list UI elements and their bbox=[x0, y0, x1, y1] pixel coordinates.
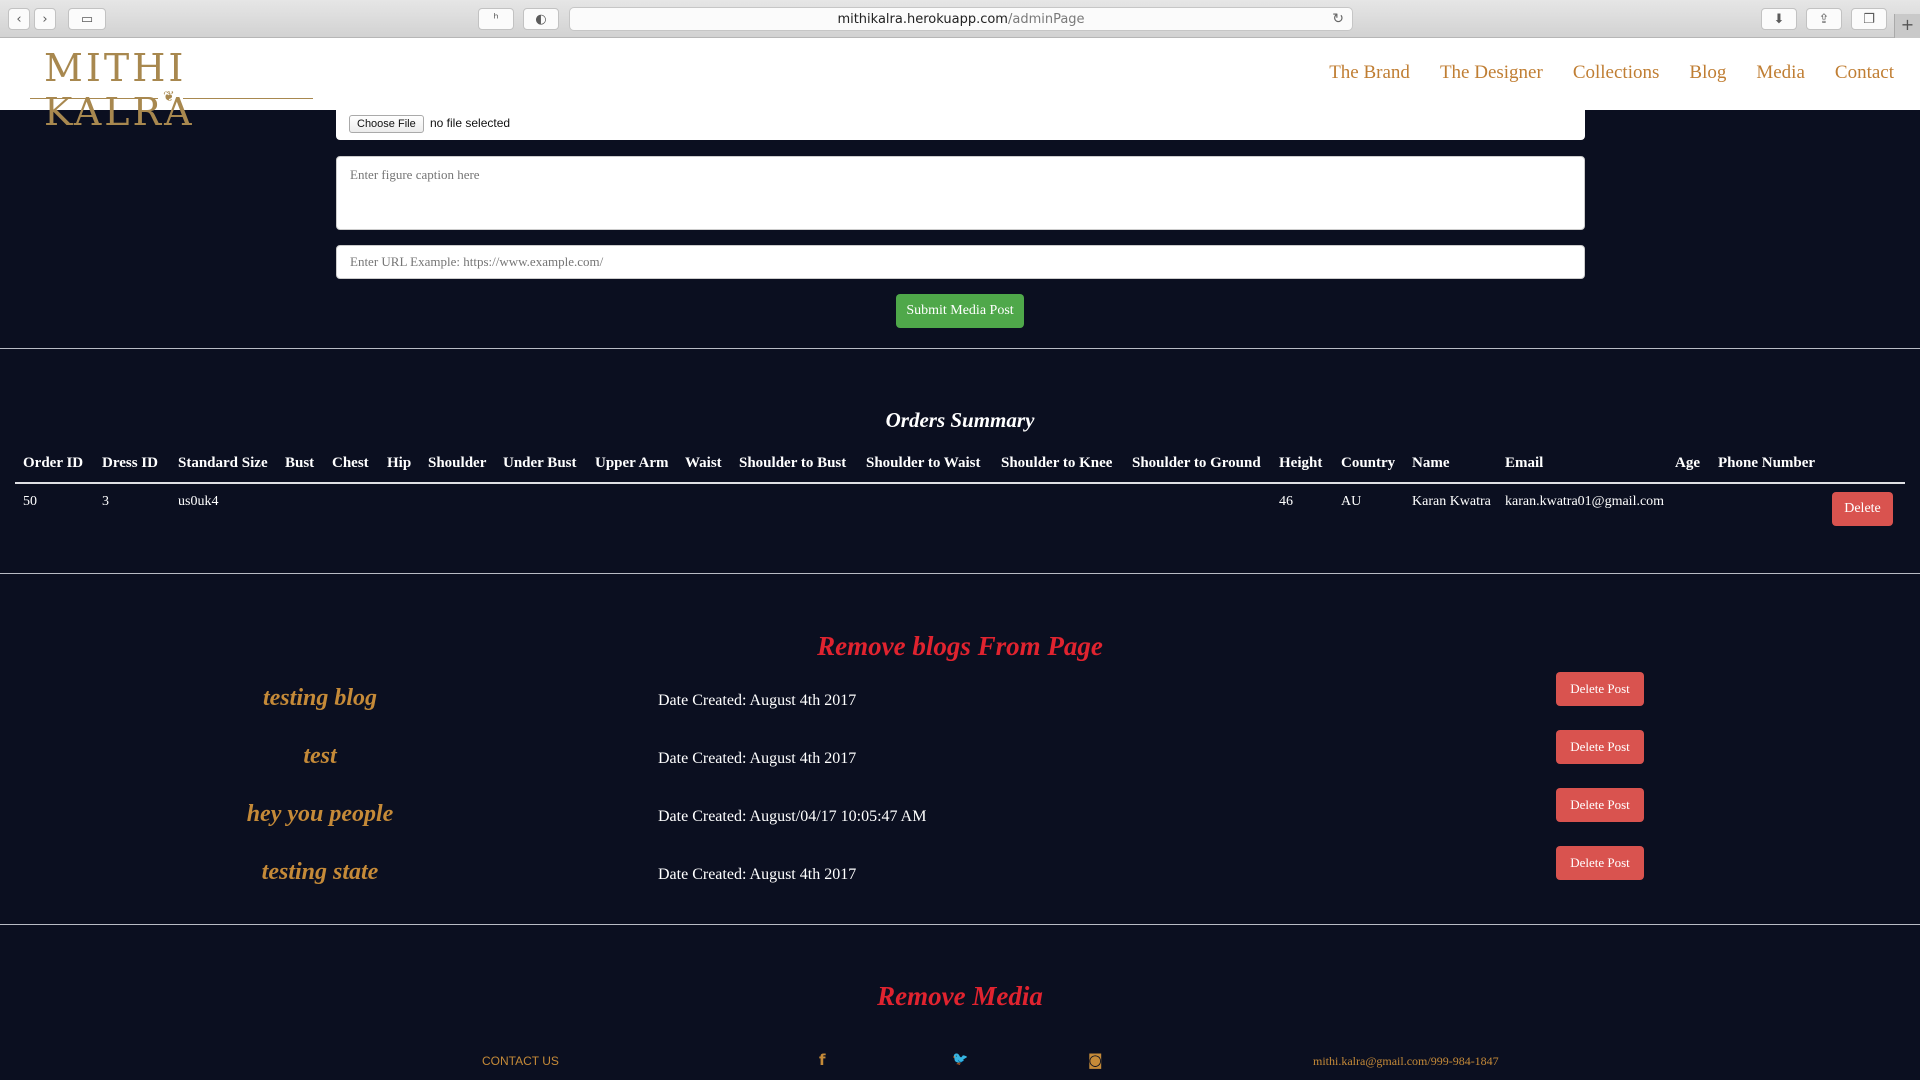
delete-post-button[interactable]: Delete Post bbox=[1556, 730, 1644, 764]
orders-summary-title: Orders Summary bbox=[885, 408, 1035, 432]
blog-title: testing blog bbox=[262, 685, 377, 711]
main-nav: The Brand The Designer Collections Blog … bbox=[1299, 62, 1894, 84]
col-name: Name bbox=[1412, 455, 1450, 471]
col-hip: Hip bbox=[387, 455, 412, 471]
url-input[interactable] bbox=[336, 245, 1585, 279]
col-shoulder-to-ground: Shoulder to Ground bbox=[1132, 455, 1261, 471]
logo-rule-right bbox=[183, 98, 313, 99]
blog-title: hey you people bbox=[246, 801, 394, 827]
blog-date: Date Created: August 4th 2017 bbox=[658, 866, 857, 883]
nav-blog[interactable]: Blog bbox=[1689, 62, 1726, 84]
logo[interactable]: MITHI KALRA ❦ bbox=[30, 46, 313, 134]
instagram-icon[interactable]: ◙ bbox=[1088, 1052, 1103, 1068]
tabs-icon[interactable]: ❐ bbox=[1851, 8, 1887, 30]
divider bbox=[0, 573, 1920, 574]
share-icon[interactable]: ⇪ bbox=[1806, 8, 1842, 30]
delete-post-button[interactable]: Delete Post bbox=[1556, 788, 1644, 822]
cell-email: karan.kwatra01@gmail.com bbox=[1505, 494, 1665, 509]
download-icon[interactable]: ⬇ bbox=[1761, 8, 1797, 30]
col-shoulder-to-knee: Shoulder to Knee bbox=[1001, 455, 1113, 471]
nav-the-designer[interactable]: The Designer bbox=[1440, 62, 1543, 84]
delete-post-button[interactable]: Delete Post bbox=[1556, 846, 1644, 880]
back-icon[interactable]: ‹ bbox=[8, 8, 30, 30]
col-chest: Chest bbox=[332, 455, 369, 471]
delete-post-button[interactable]: Delete Post bbox=[1556, 672, 1644, 706]
col-email: Email bbox=[1505, 455, 1544, 471]
submit-media-post-button[interactable]: Submit Media Post bbox=[896, 294, 1024, 328]
url-path: /adminPage bbox=[1007, 11, 1085, 27]
twitter-icon[interactable]: 🐦 bbox=[952, 1052, 968, 1068]
cell-dress-id: 3 bbox=[102, 494, 109, 509]
col-country: Country bbox=[1341, 455, 1396, 471]
new-tab-icon[interactable]: + bbox=[1894, 14, 1920, 38]
divider bbox=[0, 348, 1920, 349]
col-height: Height bbox=[1279, 455, 1323, 471]
browser-toolbar: ‹ › ▭ ʰ ◐ mithikalra.herokuapp.com/admin… bbox=[0, 0, 1920, 38]
blog-date: Date Created: August 4th 2017 bbox=[658, 750, 857, 767]
remove-media-title: Remove Media bbox=[877, 981, 1043, 1011]
col-shoulder-to-waist: Shoulder to Waist bbox=[866, 455, 981, 471]
caption-input[interactable] bbox=[336, 156, 1585, 230]
col-upper-arm: Upper Arm bbox=[595, 455, 669, 471]
url-host: mithikalra.herokuapp.com bbox=[837, 11, 1008, 27]
nav-collections[interactable]: Collections bbox=[1573, 62, 1660, 84]
blog-title: test bbox=[303, 743, 337, 769]
blog-date: Date Created: August/04/17 10:05:47 AM bbox=[658, 808, 927, 825]
col-order-id: Order ID bbox=[23, 455, 84, 471]
logo-text: MITHI KALRA bbox=[44, 46, 195, 134]
col-bust: Bust bbox=[285, 455, 315, 471]
cell-country: AU bbox=[1341, 494, 1362, 509]
delete-order-button[interactable]: Delete bbox=[1832, 492, 1893, 526]
sidebar-icon[interactable]: ▭ bbox=[68, 8, 106, 30]
reader-icon[interactable]: ʰ bbox=[478, 8, 514, 30]
logo-leaf-icon: ❦ bbox=[163, 90, 175, 105]
divider bbox=[0, 924, 1920, 925]
file-upload-field: Choose File no file selected bbox=[336, 108, 1585, 140]
footer-email-phone[interactable]: mithi.kalra@gmail.com/999-984-1847 bbox=[1313, 1054, 1499, 1069]
col-waist: Waist bbox=[685, 455, 722, 471]
remove-blogs-title: Remove blogs From Page bbox=[817, 631, 1103, 661]
extension-icon[interactable]: ◐ bbox=[523, 8, 559, 30]
blog-title: testing state bbox=[261, 859, 379, 885]
table-header-rule bbox=[15, 482, 1905, 484]
col-phone-number: Phone Number bbox=[1718, 455, 1816, 471]
nav-the-brand[interactable]: The Brand bbox=[1329, 62, 1410, 84]
col-standard-size: Standard Size bbox=[178, 455, 268, 471]
file-status: no file selected bbox=[430, 116, 511, 130]
contact-us-link[interactable]: CONTACT US bbox=[482, 1054, 559, 1068]
logo-rule-left bbox=[30, 98, 158, 99]
col-shoulder-to-bust: Shoulder to Bust bbox=[739, 455, 847, 471]
nav-media[interactable]: Media bbox=[1756, 62, 1805, 84]
cell-height: 46 bbox=[1279, 494, 1293, 509]
nav-contact[interactable]: Contact bbox=[1835, 62, 1894, 84]
col-dress-id: Dress ID bbox=[102, 455, 158, 471]
reload-icon[interactable]: ↻ bbox=[1332, 11, 1344, 27]
cell-standard-size: us0uk4 bbox=[178, 494, 219, 509]
forward-icon[interactable]: › bbox=[34, 8, 56, 30]
address-bar[interactable]: mithikalra.herokuapp.com/adminPage ↻ bbox=[569, 7, 1353, 31]
col-under-bust: Under Bust bbox=[503, 455, 577, 471]
col-age: Age bbox=[1675, 455, 1700, 471]
cell-name: Karan Kwatra bbox=[1412, 494, 1491, 509]
facebook-icon[interactable]: f bbox=[819, 1052, 826, 1068]
col-shoulder: Shoulder bbox=[428, 455, 487, 471]
choose-file-button[interactable]: Choose File bbox=[349, 115, 424, 133]
site-header: MITHI KALRA ❦ The Brand The Designer Col… bbox=[0, 38, 1920, 134]
blog-date: Date Created: August 4th 2017 bbox=[658, 692, 857, 709]
cell-order-id: 50 bbox=[23, 494, 37, 509]
